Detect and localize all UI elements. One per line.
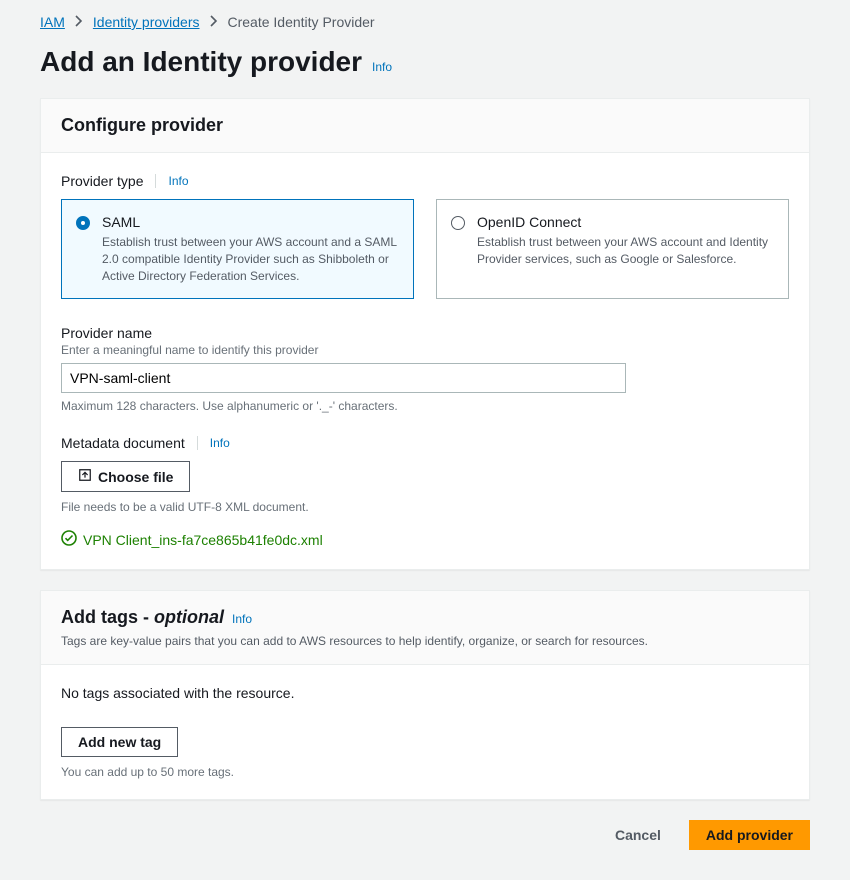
add-tags-heading-prefix: Add tags - [61,607,154,627]
provider-type-label-text: Provider type [61,173,143,189]
provider-type-label: Provider type Info [61,173,789,189]
cancel-button[interactable]: Cancel [599,820,677,850]
uploaded-file-status: VPN Client_ins-fa7ce865b41fe0dc.xml [61,530,789,549]
add-provider-button[interactable]: Add provider [689,820,810,850]
oidc-title: OpenID Connect [477,214,774,230]
configure-provider-panel: Configure provider Provider type Info SA… [40,98,810,570]
uploaded-file-name: VPN Client_ins-fa7ce865b41fe0dc.xml [83,532,323,548]
page-title-text: Add an Identity provider [40,46,362,78]
provider-name-constraint: Maximum 128 characters. Use alphanumeric… [61,399,789,413]
add-tags-header: Add tags - optional Info Tags are key-va… [41,591,809,665]
add-tags-subtext: Tags are key-value pairs that you can ad… [61,634,789,648]
add-tags-optional-word: optional [154,607,224,627]
add-new-tag-label: Add new tag [78,734,161,750]
add-tags-panel: Add tags - optional Info Tags are key-va… [40,590,810,800]
provider-type-oidc-radio[interactable]: OpenID Connect Establish trust between y… [436,199,789,299]
saml-title: SAML [102,214,399,230]
add-new-tag-button[interactable]: Add new tag [61,727,178,757]
radio-icon [451,216,465,230]
breadcrumb-iam[interactable]: IAM [40,14,65,30]
metadata-info-link[interactable]: Info [210,436,230,450]
provider-name-label-text: Provider name [61,325,152,341]
choose-file-label: Choose file [98,469,173,485]
metadata-document-label: Metadata document Info [61,435,789,451]
tags-info-link[interactable]: Info [232,612,252,626]
configure-provider-heading: Configure provider [61,115,789,136]
upload-icon [78,468,92,485]
divider [155,174,156,188]
oidc-description: Establish trust between your AWS account… [477,234,774,268]
metadata-hint: File needs to be a valid UTF-8 XML docum… [61,500,789,514]
provider-name-label: Provider name [61,325,789,341]
choose-file-button[interactable]: Choose file [61,461,190,492]
tags-empty-message: No tags associated with the resource. [61,685,789,701]
footer-actions: Cancel Add provider [40,820,810,850]
chevron-right-icon [75,14,83,30]
radio-icon [76,216,90,230]
breadcrumb-current: Create Identity Provider [228,14,375,30]
provider-type-info-link[interactable]: Info [168,174,188,188]
provider-name-input[interactable] [61,363,626,393]
add-tags-heading: Add tags - optional [61,607,224,628]
tags-limit-hint: You can add up to 50 more tags. [61,765,789,779]
breadcrumb: IAM Identity providers Create Identity P… [40,14,810,30]
page-title: Add an Identity provider Info [40,46,810,78]
chevron-right-icon [210,14,218,30]
divider [197,436,198,450]
provider-type-saml-radio[interactable]: SAML Establish trust between your AWS ac… [61,199,414,299]
breadcrumb-identity-providers[interactable]: Identity providers [93,14,200,30]
configure-provider-header: Configure provider [41,99,809,153]
provider-name-hint: Enter a meaningful name to identify this… [61,343,789,357]
check-circle-icon [61,530,77,549]
saml-description: Establish trust between your AWS account… [102,234,399,284]
page-info-link[interactable]: Info [372,60,392,74]
metadata-document-label-text: Metadata document [61,435,185,451]
